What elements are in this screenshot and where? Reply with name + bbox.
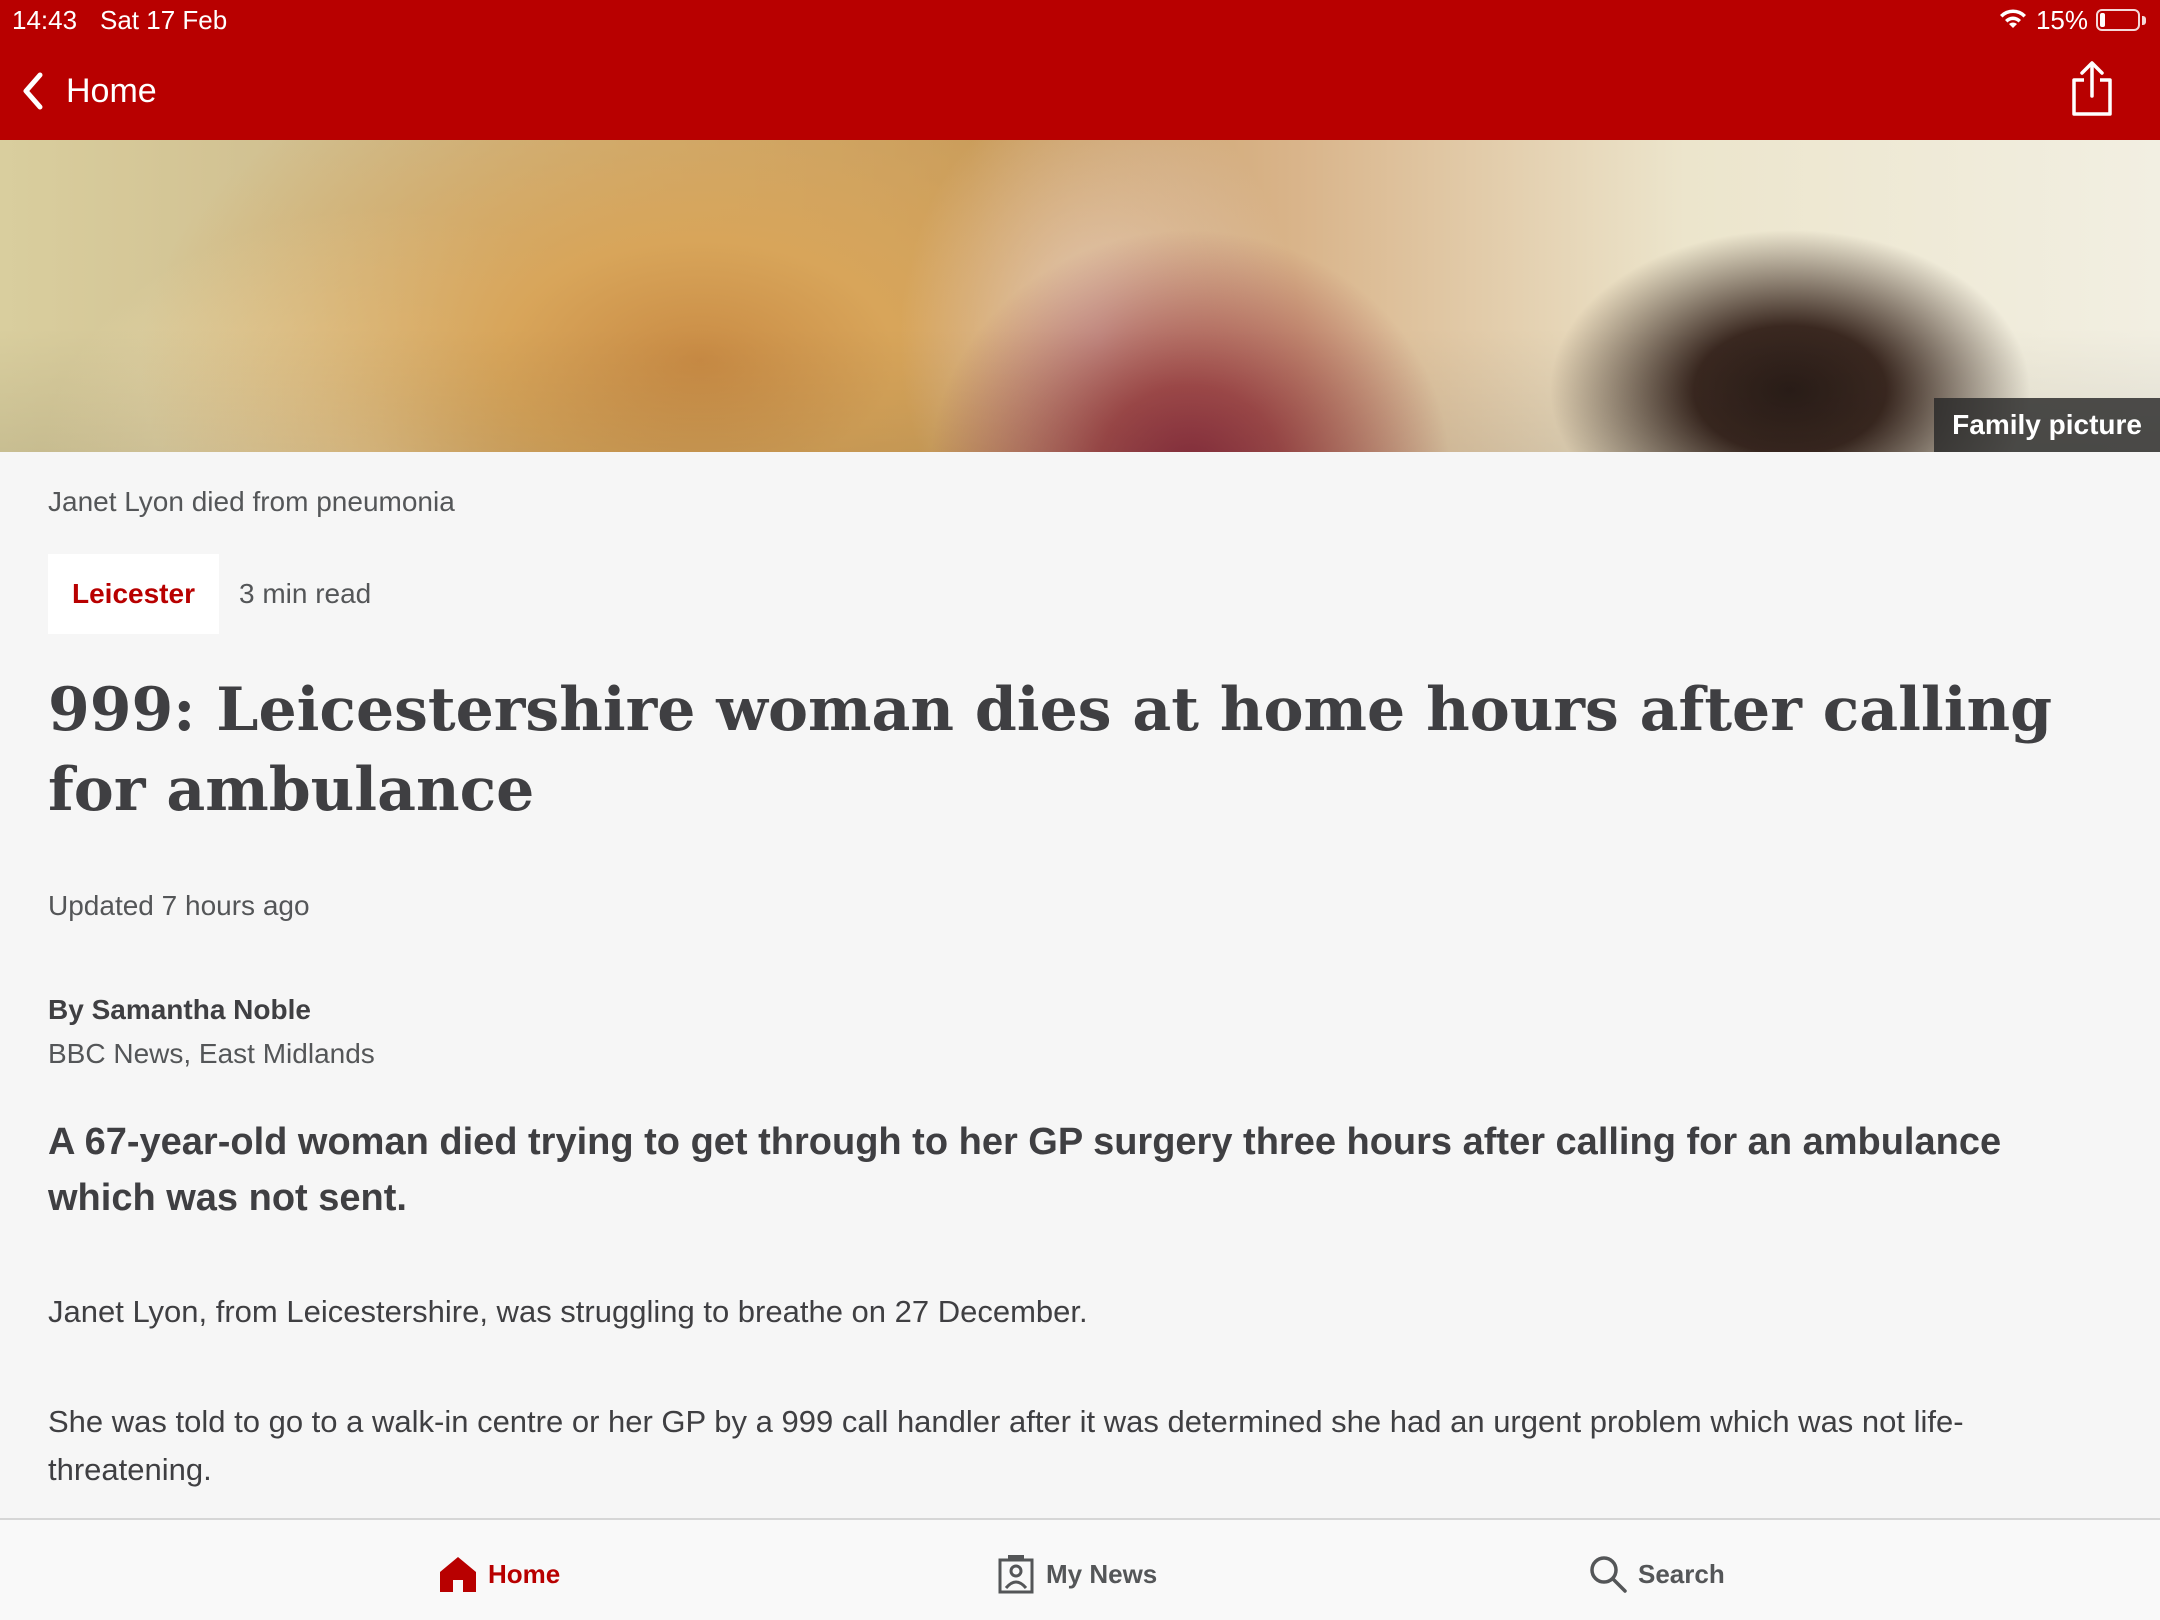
tab-search-label: Search (1638, 1558, 1725, 1589)
back-button[interactable]: Home (20, 66, 157, 116)
tab-home-label: Home (488, 1558, 561, 1589)
search-icon (1590, 1556, 1627, 1593)
battery-percentage: 15% (2035, 4, 2088, 35)
hero-image: Family picture (0, 140, 2160, 452)
battery-icon (2096, 8, 2146, 32)
article-summary: A 67-year-old woman died trying to get t… (48, 1121, 2002, 1219)
article-paragraph: Janet Lyon, from Leicestershire, was str… (48, 1294, 1088, 1329)
wifi-icon (1999, 9, 2026, 28)
back-label: Home (66, 72, 157, 110)
topic-link[interactable]: Leicester (48, 554, 219, 634)
article-paragraph: She was told to go to a walk-in centre o… (48, 1404, 1964, 1487)
article: Janet Lyon died from pneumonia Leicester… (48, 452, 2118, 1494)
image-credit: Family picture (1934, 398, 2160, 452)
battery-level (2100, 13, 2105, 27)
tab-search[interactable]: Search (1588, 1550, 1725, 1598)
status-indicators: 15% (1998, 4, 2146, 36)
status-date: Sat 17 Feb (100, 5, 228, 35)
top-bar: 14:43 Sat 17 Feb 15% Home (0, 0, 2160, 140)
article-headline: 999: Leicestershire woman dies at home h… (48, 675, 2053, 825)
chevron-left-icon (23, 72, 43, 110)
updated-timestamp: Updated 7 hours ago (48, 890, 310, 921)
read-time: 3 min read (238, 578, 372, 609)
share-icon[interactable] (2068, 60, 2116, 118)
tab-my-news[interactable]: My News (996, 1550, 1157, 1598)
tab-my-news-label: My News (1046, 1558, 1158, 1589)
status-time: 14:43 (12, 5, 78, 35)
tab-bar: Home My News Search (0, 1518, 2160, 1620)
my-news-icon (998, 1555, 1034, 1594)
article-meta: Leicester 3 min read (48, 554, 2118, 634)
tab-home[interactable]: Home (438, 1550, 560, 1598)
image-caption: Janet Lyon died from pneumonia (48, 486, 455, 517)
byline-organisation: BBC News, East Midlands (48, 1038, 375, 1069)
hero-image-shade (0, 140, 2160, 452)
byline-author: By Samantha Noble (48, 994, 311, 1025)
home-icon (440, 1557, 476, 1592)
